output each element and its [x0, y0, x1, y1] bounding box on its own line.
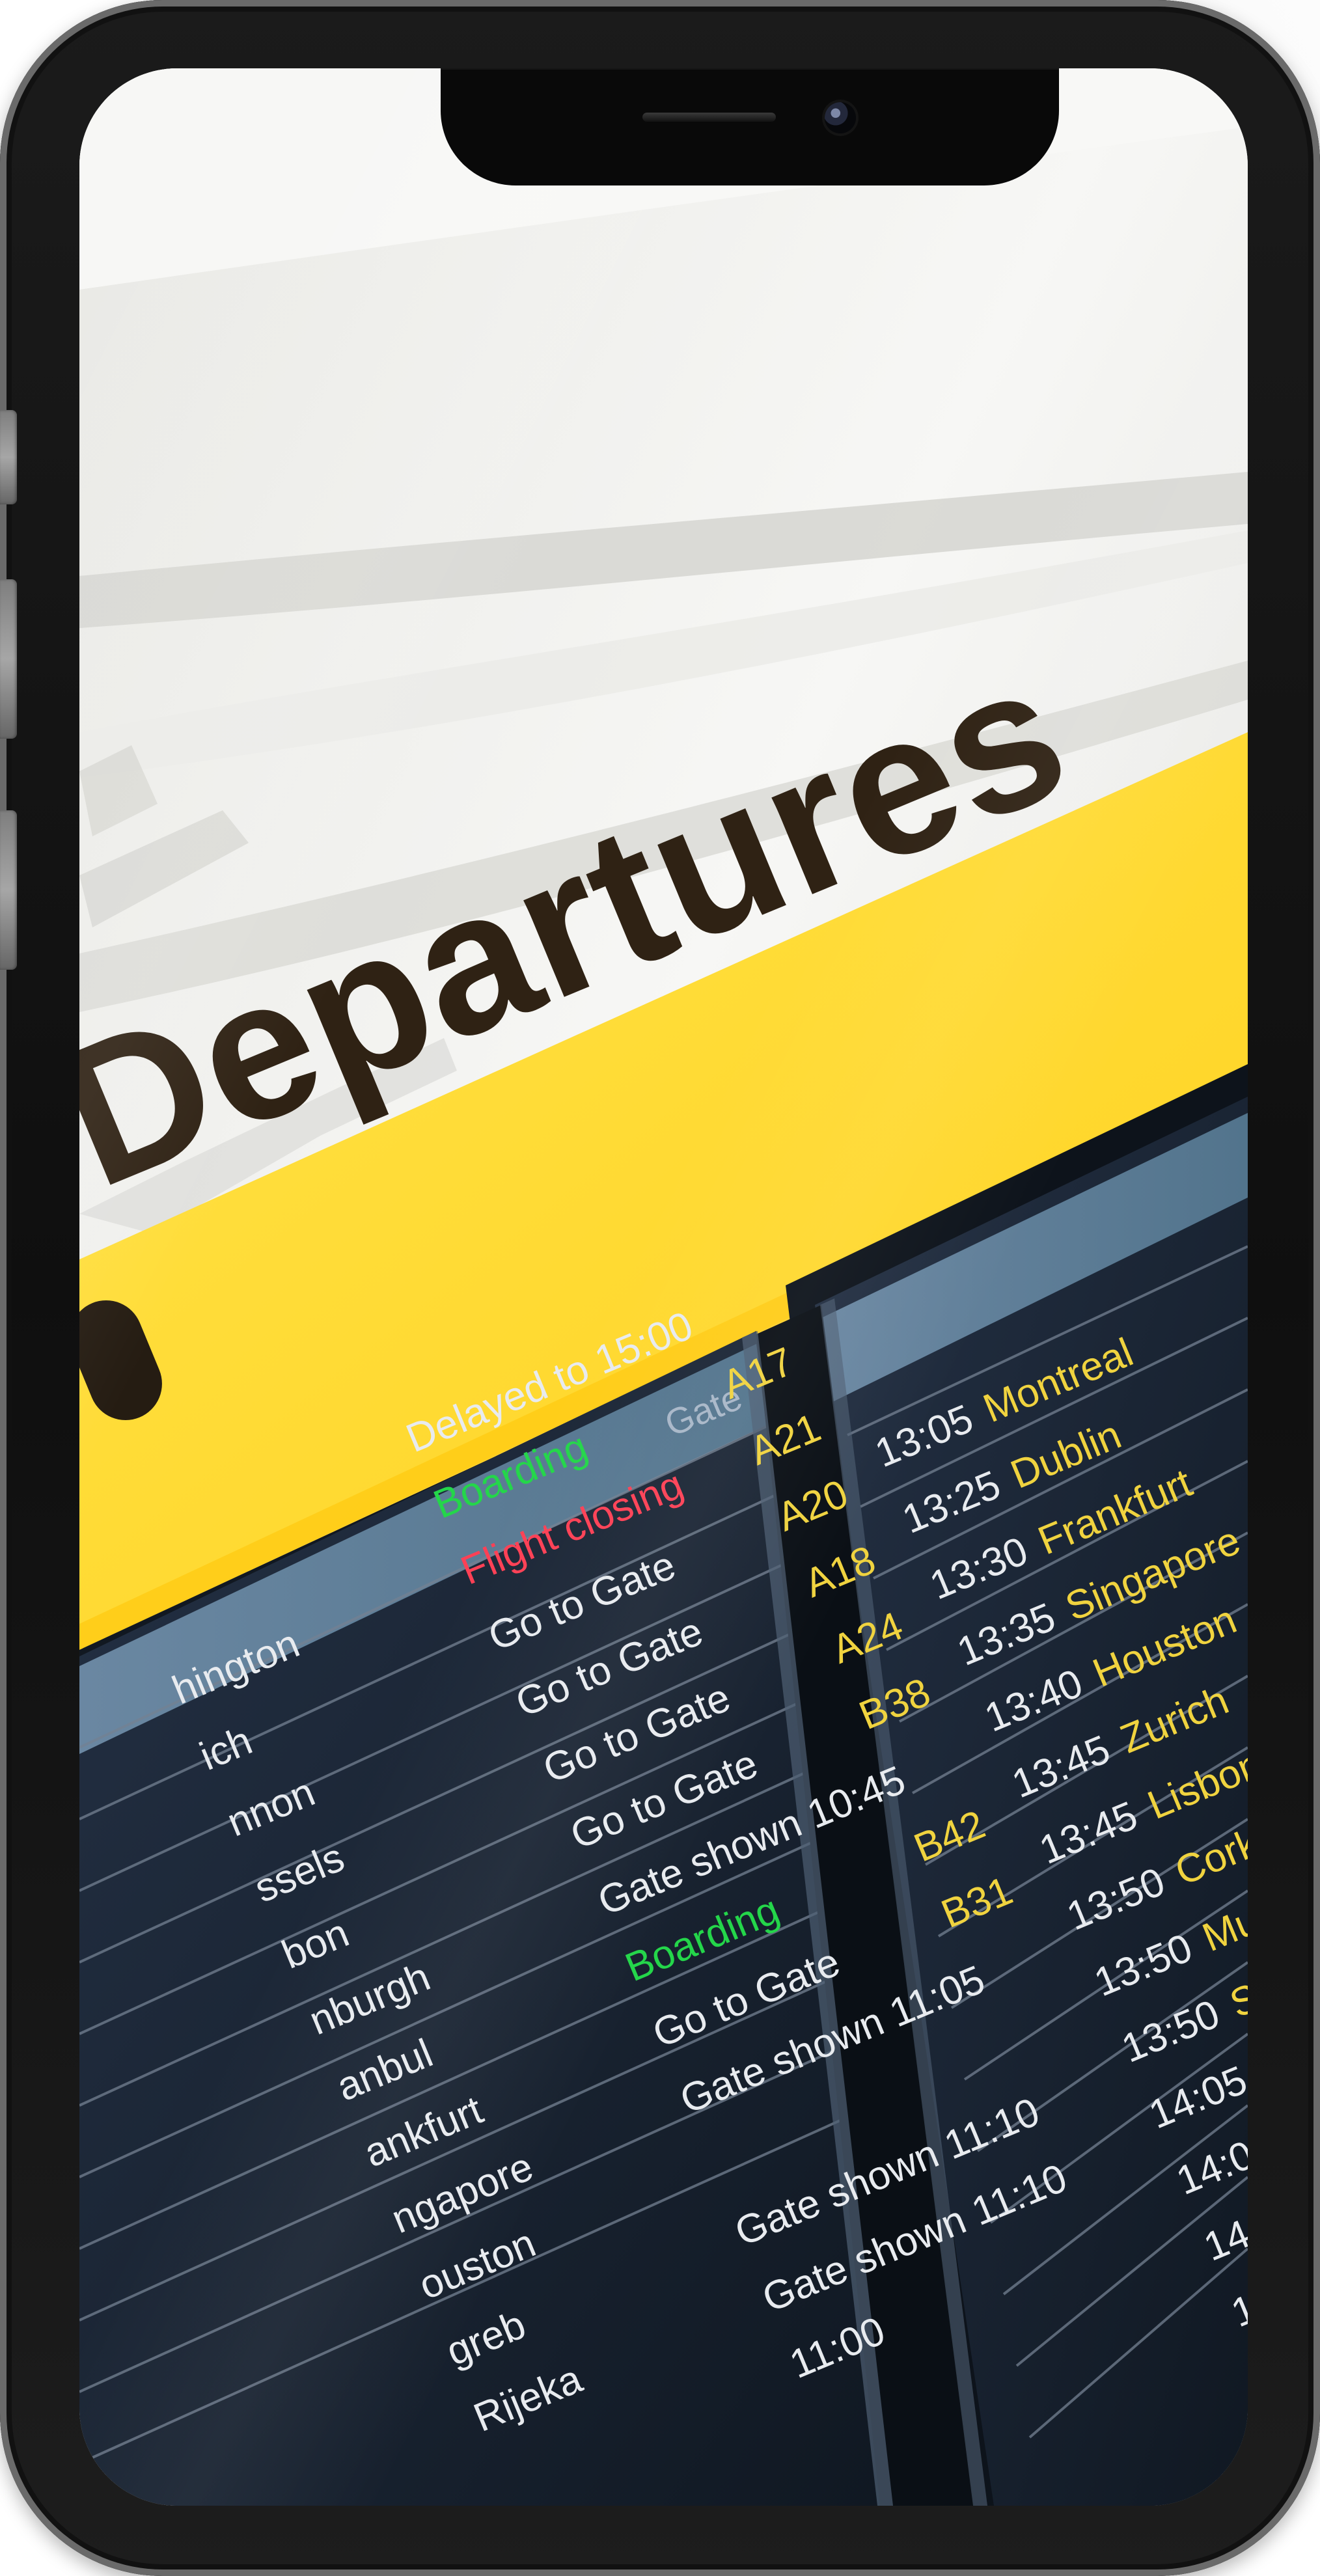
- phone-frame: Departures Gate Delayed to 15:00 Boarding…: [0, 0, 1320, 2576]
- right-board-destination: Lisbon: [1141, 1741, 1248, 1829]
- right-board-time: 13:30: [924, 1528, 1034, 1609]
- left-board-destination: greb: [440, 2302, 532, 2375]
- left-board-gate: B31: [935, 1868, 1019, 1938]
- right-board-time: 13:25: [896, 1462, 1007, 1542]
- right-board-time: 13:45: [1033, 1792, 1144, 1873]
- phone-screen: Departures Gate Delayed to 15:00 Boarding…: [79, 68, 1248, 2506]
- left-board-destination: nnon: [221, 1769, 322, 1846]
- phone-notch: [441, 68, 1059, 185]
- right-board-destination: Zurich: [1114, 1677, 1235, 1762]
- right-board-time: 13:45: [1006, 1727, 1117, 1807]
- right-board-time: 13:05: [868, 1396, 980, 1477]
- right-board-destination: Montreal: [977, 1330, 1140, 1432]
- left-board-gate: B38: [853, 1669, 937, 1739]
- right-board-destination: Dublin: [1004, 1412, 1128, 1498]
- right-board-time: 13:50: [1115, 1991, 1226, 2072]
- left-board-destination: nburgh: [303, 1954, 437, 2044]
- left-board-gate: A24: [825, 1603, 909, 1673]
- left-board-destination: anbul: [330, 2031, 439, 2110]
- side-button-bottom: [0, 810, 17, 970]
- left-board-gate: A17: [716, 1339, 800, 1408]
- speaker-icon: [642, 113, 776, 122]
- side-button-top: [0, 410, 17, 504]
- right-board-time: 14:05: [1170, 2123, 1248, 2204]
- left-board-destination: bon: [275, 1910, 355, 1978]
- right-board-time: 13:40: [978, 1660, 1090, 1741]
- right-board-time: 13:50: [1088, 1925, 1199, 2006]
- left-board-gate: B42: [907, 1802, 992, 1871]
- left-board-destination: hington: [166, 1621, 306, 1714]
- right-board-destination: Cork: [1168, 1820, 1248, 1895]
- right-board-time: 13:35: [951, 1594, 1062, 1675]
- right-board-time: 14:05: [1142, 2057, 1248, 2138]
- screenshot-stage: Departures Gate Delayed to 15:00 Boarding…: [0, 0, 1320, 2576]
- side-button-middle: [0, 579, 17, 739]
- left-board-gate: A18: [798, 1537, 882, 1607]
- left-board-destination: ankfurt: [357, 2087, 489, 2176]
- left-board-gate: A20: [771, 1471, 855, 1541]
- left-board-destination: ouston: [413, 2220, 542, 2309]
- right-board-time: 13:50: [1060, 1859, 1172, 1939]
- left-board-destination: ssels: [248, 1835, 351, 1912]
- camera-icon: [825, 102, 856, 133]
- left-board-gate: A21: [743, 1404, 827, 1474]
